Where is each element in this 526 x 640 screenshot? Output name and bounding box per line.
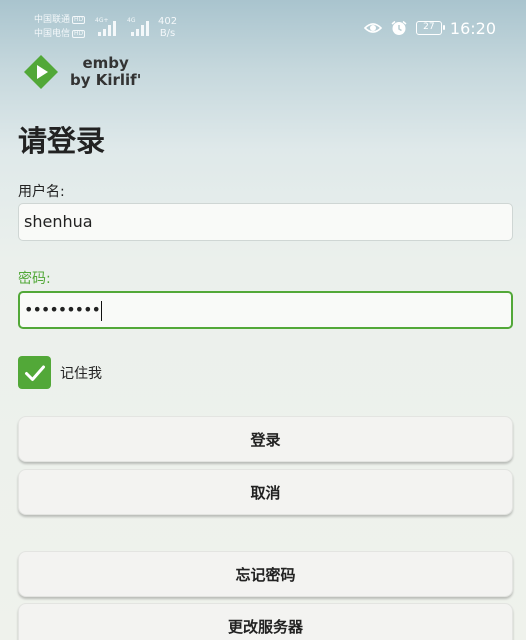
carrier-2: 中国电信 HD [34,29,86,39]
signin-button[interactable]: 登录 [18,416,513,462]
page-title: 请登录 [18,124,106,158]
status-icons: 27 16:20 [363,18,496,38]
network-speed: 402 B/s [158,16,178,39]
clock: 16:20 [449,18,496,38]
change-server-button[interactable]: 更改服务器 [18,603,513,640]
signal-icon [98,21,116,36]
checkmark-icon [24,365,45,381]
password-label: 密码: [18,271,51,287]
username-input[interactable]: shenhua [18,203,513,241]
hd-badge: HD [72,29,86,38]
emby-logo-icon [24,55,58,89]
alarm-icon [391,20,407,35]
signal-icon [131,21,149,36]
eye-icon [363,23,382,33]
app-logo: emby by Kirlif' [24,55,141,89]
hd-badge: HD [72,15,86,24]
remember-me-label: 记住我 [60,365,102,382]
logo-text: emby by Kirlif' [70,54,142,89]
cancel-button[interactable]: 取消 [18,469,513,515]
password-value: ••••••••• [24,300,101,319]
status-bar: 中国联通 HD 中国电信 HD 4G+ 4G 402 B/s 27 16:20 [0,0,526,48]
carrier-1: 中国联通 HD [34,15,86,25]
text-cursor [100,300,103,321]
forgot-password-button[interactable]: 忘记密码 [18,551,513,597]
password-input[interactable]: ••••••••• [18,291,513,329]
remember-me-checkbox[interactable] [18,356,51,389]
remember-me-row[interactable]: 记住我 [18,356,102,389]
username-value: shenhua [24,212,93,231]
username-label: 用户名: [18,184,65,200]
battery-icon: 27 [415,21,445,35]
